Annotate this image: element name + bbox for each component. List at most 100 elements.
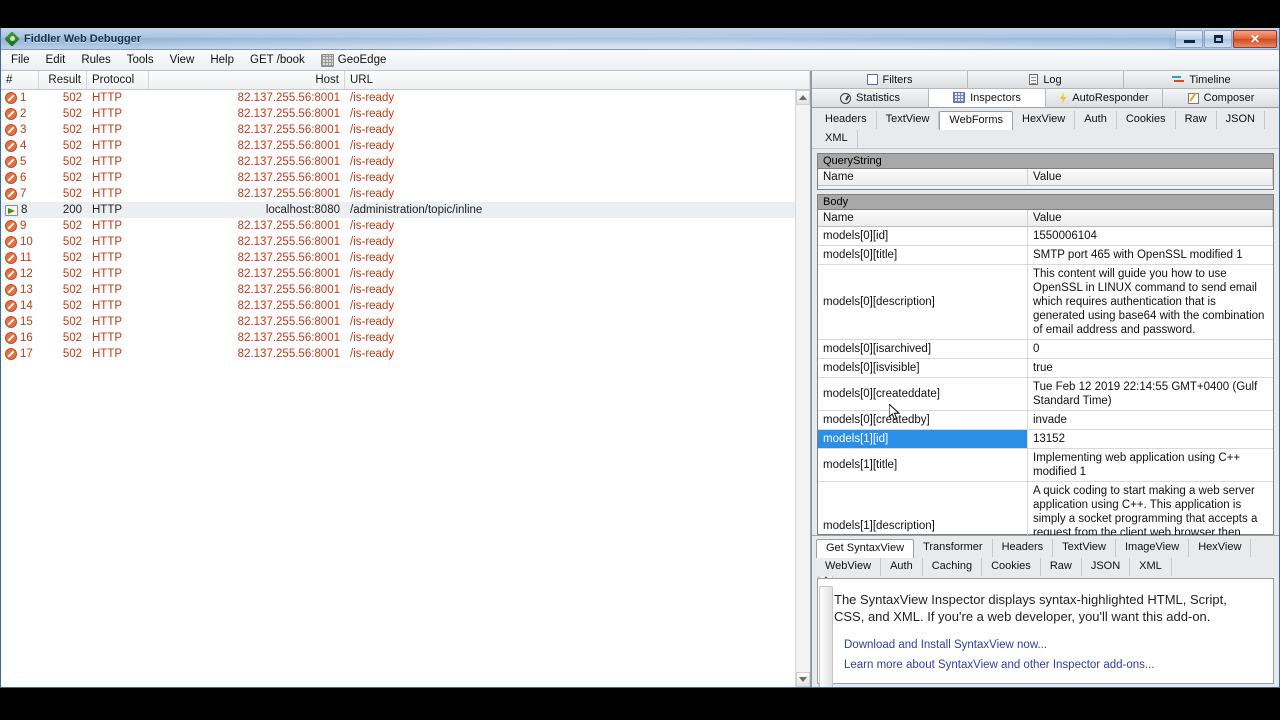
- body-row[interactable]: models[0][isarchived] 0: [818, 339, 1273, 359]
- tab-inspectors[interactable]: Inspectors: [929, 89, 1046, 107]
- body-row[interactable]: models[0][isvisible] true: [818, 358, 1273, 378]
- session-result-cell: 502: [62, 236, 82, 248]
- body-header-name[interactable]: Name: [818, 209, 1028, 226]
- session-row[interactable]: 9 502 HTTP 82.137.255.56:8001/is-ready: [1, 218, 795, 234]
- inspector-subtabs-row-2: XML: [816, 129, 1275, 148]
- inspector-subtab-cookies[interactable]: Cookies: [1117, 111, 1176, 129]
- column-header-protocol[interactable]: Protocol: [87, 71, 149, 89]
- tab-statistics[interactable]: Statistics: [812, 89, 929, 107]
- inspector-subtab-headers[interactable]: Headers: [816, 111, 877, 129]
- body-row[interactable]: models[1][title] Implementing web applica…: [818, 448, 1273, 482]
- column-header-url[interactable]: URL: [345, 71, 810, 89]
- response-subtab-imageview[interactable]: ImageView: [1116, 539, 1190, 557]
- querystring-header-value[interactable]: Value: [1028, 169, 1273, 185]
- session-num-label: 10: [20, 236, 33, 248]
- response-subtab-auth[interactable]: Auth: [881, 558, 923, 576]
- column-header-num[interactable]: #: [1, 71, 39, 89]
- response-subtab-webview[interactable]: WebView: [816, 558, 882, 576]
- menu-item-tools[interactable]: Tools: [119, 51, 162, 69]
- session-row[interactable]: 10 502 HTTP 82.137.255.56:8001/is-ready: [1, 234, 795, 250]
- sessions-scroll-track[interactable]: [796, 105, 810, 672]
- session-row[interactable]: 11 502 HTTP 82.137.255.56:8001/is-ready: [1, 250, 795, 266]
- response-subtab-textview[interactable]: TextView: [1053, 539, 1116, 557]
- scroll-up-icon[interactable]: [796, 90, 810, 105]
- menu-item-file[interactable]: File: [3, 51, 38, 69]
- session-row[interactable]: 15 502 HTTP 82.137.255.56:8001/is-ready: [1, 314, 795, 330]
- body-row-name: models[1][title]: [818, 448, 1028, 481]
- session-row[interactable]: 1 502 HTTP 82.137.255.56:8001/is-ready: [1, 90, 795, 106]
- tab-composer[interactable]: Composer: [1163, 89, 1279, 107]
- maximize-button[interactable]: [1204, 29, 1232, 48]
- session-row[interactable]: 8 200 HTTP localhost:8080/administration/to…: [1, 202, 795, 218]
- menu-item-rules[interactable]: Rules: [73, 51, 118, 69]
- session-num-cell: 8: [1, 204, 39, 216]
- session-num-cell: 1: [1, 92, 39, 104]
- body-row-name: models[0][description]: [818, 264, 1028, 339]
- session-num-label: 9: [20, 220, 27, 232]
- session-protocol-cell: HTTP: [92, 236, 123, 248]
- tab-filters[interactable]: Filters: [812, 71, 968, 88]
- session-row[interactable]: 3 502 HTTP 82.137.255.56:8001/is-ready: [1, 122, 795, 138]
- querystring-header-name[interactable]: Name: [818, 169, 1028, 185]
- column-header-host[interactable]: Host: [149, 71, 345, 89]
- learn-more-syntaxview-link[interactable]: Learn more about SyntaxView and other In…: [844, 659, 1257, 671]
- response-subtab-transformer[interactable]: Transformer: [914, 539, 993, 557]
- response-subtab-get-syntaxview[interactable]: Get SyntaxView: [816, 539, 915, 558]
- sessions-scrollbar[interactable]: [795, 90, 810, 687]
- column-header-result[interactable]: Result: [39, 71, 87, 89]
- session-num-label: 4: [20, 140, 27, 152]
- menu-item-geoedge[interactable]: GeoEdge: [313, 51, 395, 70]
- body-row[interactable]: models[0][createdby] invade: [818, 410, 1273, 430]
- menu-item-help[interactable]: Help: [202, 51, 242, 69]
- body-scroll-thumb[interactable]: [819, 585, 833, 687]
- session-row[interactable]: 4 502 HTTP 82.137.255.56:8001/is-ready: [1, 138, 795, 154]
- blocked-icon: [5, 156, 17, 168]
- inspector-subtab-json[interactable]: JSON: [1217, 111, 1265, 129]
- body-scrollbar[interactable]: [818, 570, 833, 687]
- body-row[interactable]: models[1][id] 13152: [818, 429, 1273, 449]
- download-syntaxview-link[interactable]: Download and Install SyntaxView now...: [844, 639, 1257, 651]
- session-result-cell: 502: [62, 140, 82, 152]
- inspector-subtab-textview[interactable]: TextView: [877, 111, 940, 129]
- response-subtab-cookies[interactable]: Cookies: [982, 558, 1041, 576]
- session-row[interactable]: 14 502 HTTP 82.137.255.56:8001/is-ready: [1, 298, 795, 314]
- response-subtab-hexview[interactable]: HexView: [1189, 539, 1252, 557]
- response-subtab-caching[interactable]: Caching: [923, 558, 983, 576]
- response-subtab-headers[interactable]: Headers: [993, 539, 1054, 557]
- inspector-subtab-raw[interactable]: Raw: [1176, 111, 1217, 129]
- minimize-button[interactable]: [1175, 29, 1203, 48]
- response-subtab-raw[interactable]: Raw: [1041, 558, 1082, 576]
- body-row[interactable]: models[0][createddate] Tue Feb 12 2019 22…: [818, 377, 1273, 411]
- response-subtab-json[interactable]: JSON: [1082, 558, 1131, 576]
- inspector-subtab-hexview[interactable]: HexView: [1013, 111, 1076, 129]
- session-row[interactable]: 6 502 HTTP 82.137.255.56:8001/is-ready: [1, 170, 795, 186]
- tab-autoresponder[interactable]: AutoResponder: [1046, 89, 1163, 107]
- tab-timeline[interactable]: Timeline: [1124, 71, 1279, 88]
- session-row[interactable]: 17 502 HTTP 82.137.255.56:8001/is-ready: [1, 346, 795, 362]
- session-num-label: 13: [20, 284, 33, 296]
- close-button[interactable]: ✕: [1233, 29, 1277, 48]
- menu-item-edit[interactable]: Edit: [38, 51, 74, 69]
- body-row-value: SMTP port 465 with OpenSSL modified 1: [1033, 248, 1243, 261]
- response-subtab-xml[interactable]: XML: [1130, 558, 1172, 576]
- session-row[interactable]: 13 502 HTTP 82.137.255.56:8001/is-ready: [1, 282, 795, 298]
- body-row[interactable]: models[0][id] 1550006104: [818, 226, 1273, 246]
- menu-item-get-book[interactable]: GET /book: [242, 51, 313, 69]
- inspector-subtab-xml[interactable]: XML: [816, 130, 858, 148]
- body-header-value[interactable]: Value: [1028, 209, 1273, 226]
- session-row[interactable]: 2 502 HTTP 82.137.255.56:8001/is-ready: [1, 106, 795, 122]
- inspector-subtab-auth[interactable]: Auth: [1075, 111, 1117, 129]
- scroll-down-icon[interactable]: [796, 672, 810, 687]
- session-row[interactable]: 16 502 HTTP 82.137.255.56:8001/is-ready: [1, 330, 795, 346]
- session-num-cell: 2: [1, 108, 39, 120]
- session-row[interactable]: 5 502 HTTP 82.137.255.56:8001/is-ready: [1, 154, 795, 170]
- body-row[interactable]: models[0][description] This content will …: [818, 264, 1273, 340]
- tab-log[interactable]: Log: [968, 71, 1124, 88]
- inspector-subtab-webforms[interactable]: WebForms: [939, 111, 1013, 130]
- session-url-cell: /is-ready: [350, 220, 395, 232]
- session-row[interactable]: 12 502 HTTP 82.137.255.56:8001/is-ready: [1, 266, 795, 282]
- session-url-cell: /is-ready: [350, 108, 395, 120]
- session-row[interactable]: 7 502 HTTP 82.137.255.56:8001/is-ready: [1, 186, 795, 202]
- menu-item-view[interactable]: View: [162, 51, 203, 69]
- body-row[interactable]: models[0][title] SMTP port 465 with OpenS…: [818, 245, 1273, 265]
